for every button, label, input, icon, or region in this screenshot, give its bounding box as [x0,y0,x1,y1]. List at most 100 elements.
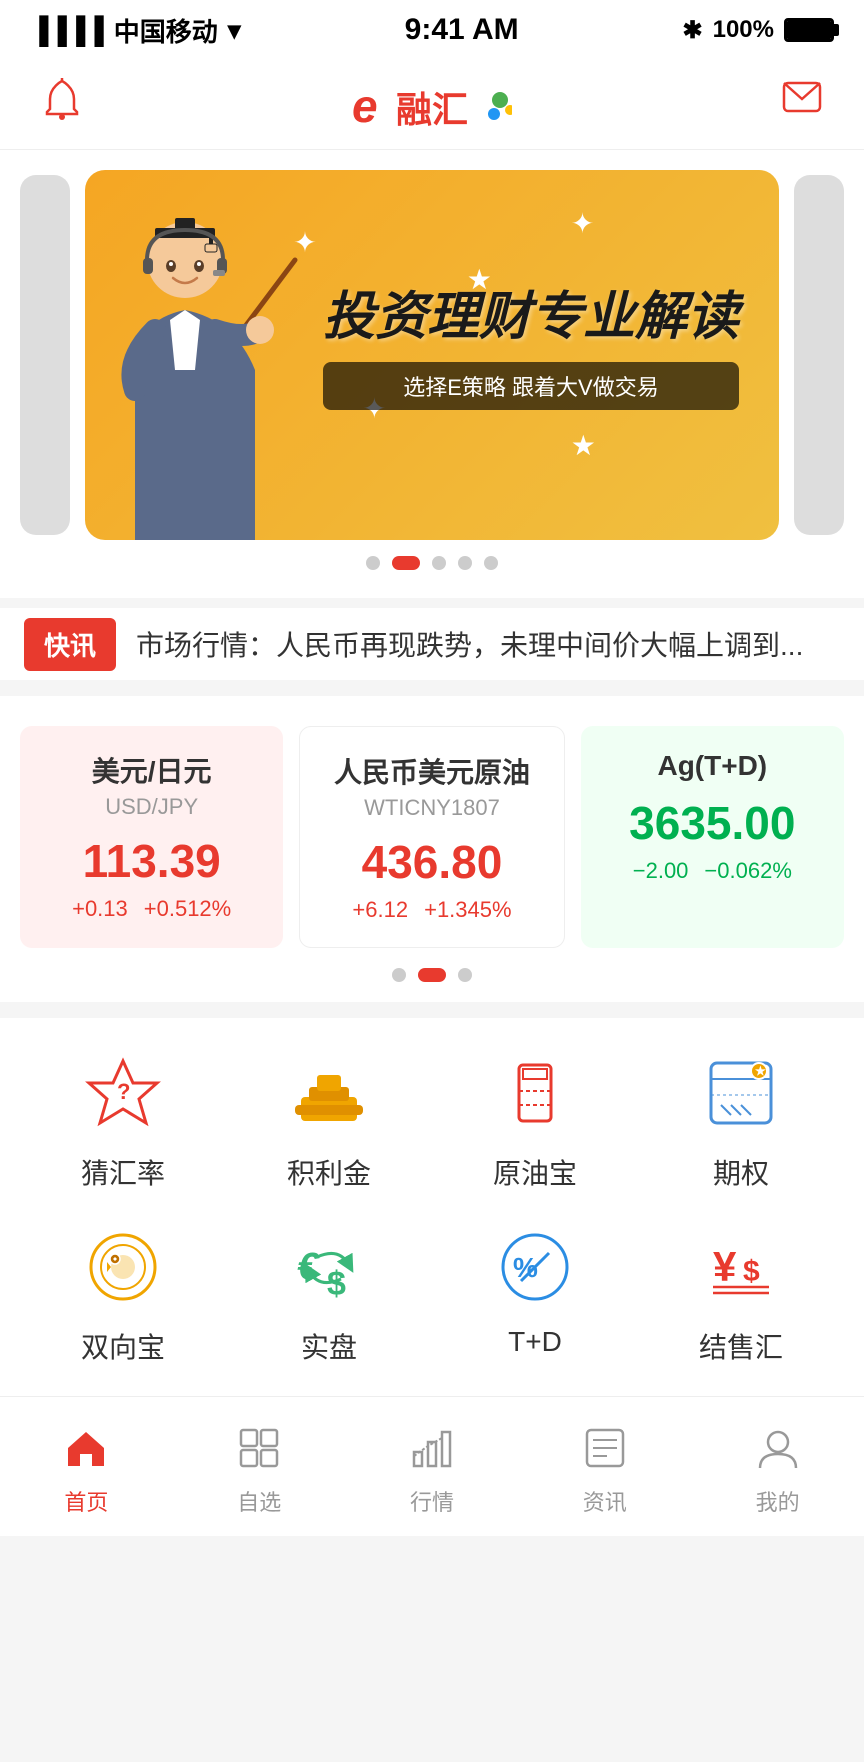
menu-item-gold[interactable]: 积利金 [226,1048,432,1192]
nav-item-news[interactable]: 资讯 [518,1416,691,1517]
menu-item-two-way[interactable]: 双向宝 [20,1222,226,1366]
banner-dot-5[interactable] [484,556,498,570]
banner-main[interactable]: ✦ ★ ✦ ★ ✦ [85,170,779,540]
nav-label-home: 首页 [64,1485,108,1517]
nav-item-market[interactable]: 行情 [346,1416,519,1517]
home-icon [64,1426,108,1479]
banner-text-area: 投资理财专业解读 选择E策略 跟着大V做交易 [323,288,739,410]
notification-button[interactable] [40,77,84,132]
market-icon [410,1426,454,1479]
message-button[interactable] [780,77,824,132]
status-time: 9:41 AM [405,13,519,47]
battery-icon [784,18,834,42]
nav-item-watchlist[interactable]: 自选 [173,1416,346,1517]
market-change-2: +6.12 +1.345% [320,897,543,923]
market-change3b: −0.062% [704,858,791,884]
menu-label-guess-rate: 猜汇率 [81,1152,165,1192]
market-card-oil[interactable]: 人民币美元原油 WTICNY1807 436.80 +6.12 +1.345% [299,726,564,948]
status-right: ✱ 100% [683,16,835,45]
live-icon: € $ [284,1222,374,1312]
td-icon: % [490,1222,580,1312]
menu-item-guess-rate[interactable]: ? 猜汇率 [20,1048,226,1192]
profile-icon [756,1426,800,1479]
menu-label-td: T+D [508,1326,562,1358]
market-dot-3[interactable] [458,968,472,982]
market-name-1: 美元/日元 [40,750,263,790]
market-price-1: 113.39 [40,834,263,888]
menu-item-oil[interactable]: 原油宝 [432,1048,638,1192]
menu-item-live[interactable]: € $ 实盘 [226,1222,432,1366]
two-way-icon [78,1222,168,1312]
svg-text:e: e [352,80,378,130]
market-cards: 美元/日元 USD/JPY 113.39 +0.13 +0.512% 人民币美元… [20,726,844,948]
nav-label-watchlist: 自选 [237,1485,281,1517]
market-change-1: +0.13 +0.512% [40,896,263,922]
menu-grid: ? 猜汇率 积利金 [20,1048,844,1366]
banner-dot-2[interactable] [392,556,420,570]
news-icon [583,1426,627,1479]
menu-label-live: 实盘 [301,1326,357,1366]
nav-label-news: 资讯 [583,1485,627,1517]
banner-title: 投资理财专业解读 [323,288,739,348]
watchlist-icon [237,1426,281,1479]
battery-percent: 100% [713,16,774,44]
menu-item-td[interactable]: % T+D [432,1222,638,1366]
oil-icon [490,1048,580,1138]
gold-icon [284,1048,374,1138]
banner-side-right [794,175,844,535]
news-badge: 快讯 [24,618,116,671]
banner-side-left [20,175,70,535]
market-name-2: 人民币美元原油 [320,751,543,791]
svg-text:融汇: 融汇 [396,89,468,130]
market-dot-1[interactable] [392,968,406,982]
banner-character [105,200,305,540]
app-header: e 融汇 [0,60,864,150]
svg-text:$: $ [327,1265,346,1303]
market-dot-2[interactable] [418,968,446,982]
market-code-1: USD/JPY [40,794,263,820]
nav-label-market: 行情 [410,1485,454,1517]
news-text: 市场行情：人民币再现跌势，未理中间价大幅上调到... [136,624,803,664]
carrier-label: 中国移动 [114,12,218,49]
nav-item-profile[interactable]: 我的 [691,1416,864,1517]
market-code-2: WTICNY1807 [320,795,543,821]
menu-item-settlement[interactable]: ¥ $ 结售汇 [638,1222,844,1366]
menu-section: ? 猜汇率 积利金 [0,1018,864,1406]
app-logo: e 融汇 [352,80,512,130]
market-section: 美元/日元 USD/JPY 113.39 +0.13 +0.512% 人民币美元… [0,696,864,1002]
guess-rate-icon: ? [78,1048,168,1138]
banner-dot-1[interactable] [366,556,380,570]
svg-text:$: $ [743,1255,760,1288]
banner-dots [0,556,864,570]
signal-icon: ▐▐▐▐ [30,15,104,46]
market-change2b: +1.345% [424,897,511,923]
nav-label-profile: 我的 [756,1485,800,1517]
svg-text:€: € [297,1246,320,1288]
market-card-ag[interactable]: Ag(T+D) 3635.00 −2.00 −0.062% [581,726,844,948]
news-ticker[interactable]: 快讯 市场行情：人民币再现跌势，未理中间价大幅上调到... [0,608,864,680]
market-change1b: +0.512% [144,896,231,922]
status-bar: ▐▐▐▐ 中国移动 ▾ 9:41 AM ✱ 100% [0,0,864,60]
nav-item-home[interactable]: 首页 [0,1416,173,1517]
menu-label-gold: 积利金 [287,1152,371,1192]
wifi-icon: ▾ [228,15,241,46]
market-change3a: −2.00 [633,858,689,884]
menu-label-settlement: 结售汇 [699,1326,783,1366]
settlement-icon: ¥ $ [696,1222,786,1312]
menu-label-oil: 原油宝 [493,1152,577,1192]
market-name-3: Ag(T+D) [601,750,824,782]
market-change-3: −2.00 −0.062% [601,858,824,884]
market-price-2: 436.80 [320,835,543,889]
options-icon: ★ [696,1048,786,1138]
market-card-usdjpy[interactable]: 美元/日元 USD/JPY 113.39 +0.13 +0.512% [20,726,283,948]
market-price-3: 3635.00 [601,796,824,850]
banner-dot-4[interactable] [458,556,472,570]
menu-item-options[interactable]: ★ 期权 [638,1048,844,1192]
bottom-nav: 首页 自选 行情 [0,1396,864,1536]
market-dots [20,968,844,982]
menu-label-two-way: 双向宝 [81,1326,165,1366]
svg-text:¥: ¥ [713,1243,737,1290]
banner-section: ✦ ★ ✦ ★ ✦ [0,150,864,598]
banner-dot-3[interactable] [432,556,446,570]
market-change1a: +0.13 [72,896,128,922]
